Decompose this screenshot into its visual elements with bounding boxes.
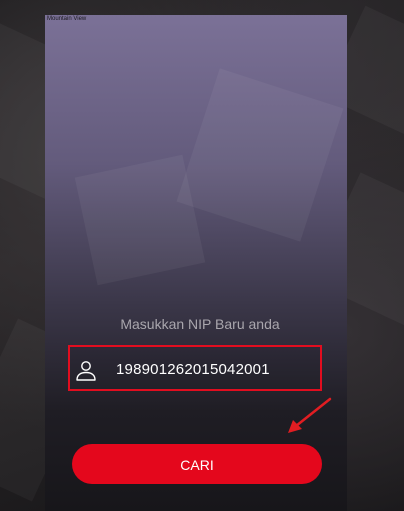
nip-field[interactable]: 198901262015042001 xyxy=(68,345,322,391)
nip-input-value[interactable]: 198901262015042001 xyxy=(116,361,270,378)
panel-shape xyxy=(176,68,344,242)
annotation-arrow-icon xyxy=(288,397,332,433)
nip-prompt: Masukkan NIP Baru anda xyxy=(120,316,280,332)
top-label: Mountain View xyxy=(47,16,87,22)
cari-button[interactable]: CARI xyxy=(72,444,322,484)
panel-shape xyxy=(74,154,206,286)
user-icon xyxy=(76,361,96,381)
